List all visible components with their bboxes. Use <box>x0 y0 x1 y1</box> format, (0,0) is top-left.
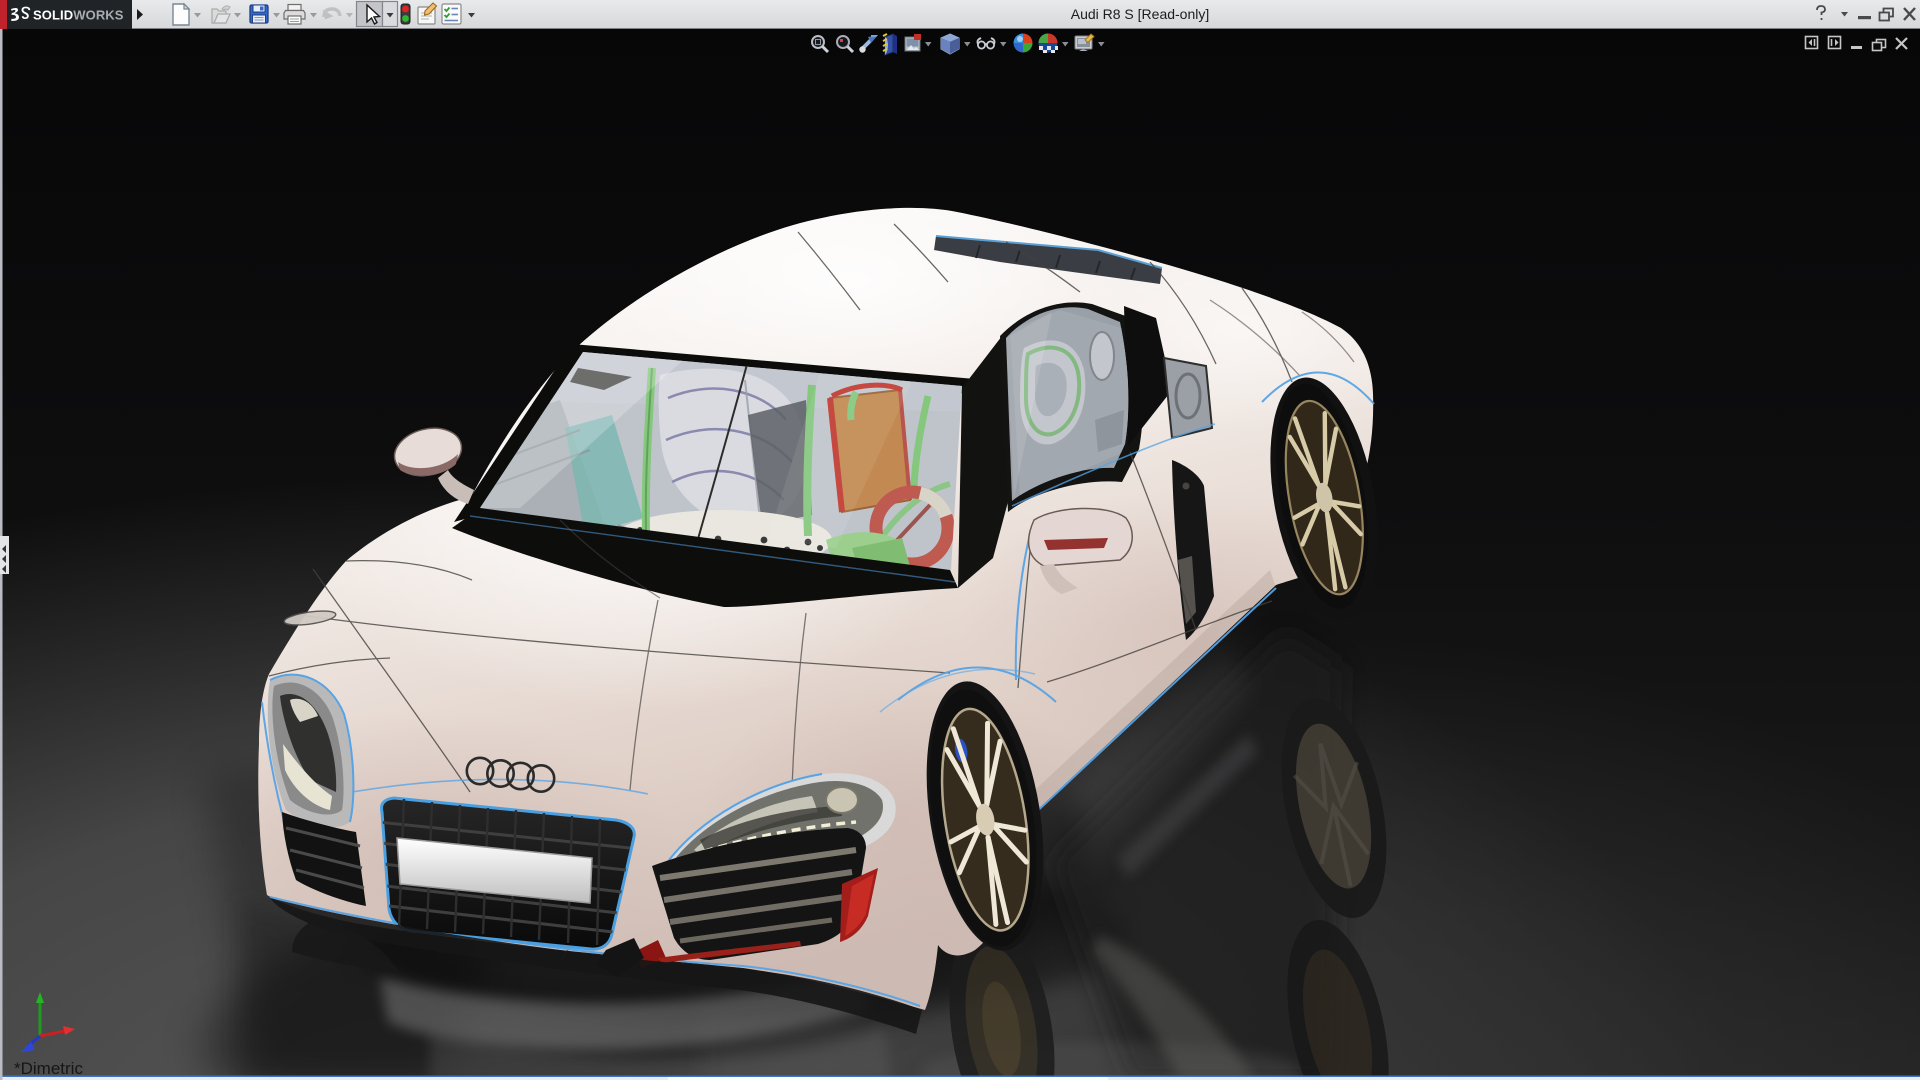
svg-text:SOLIDWORKS: SOLIDWORKS <box>33 8 124 23</box>
svg-text:*Dimetric: *Dimetric <box>14 1059 83 1078</box>
